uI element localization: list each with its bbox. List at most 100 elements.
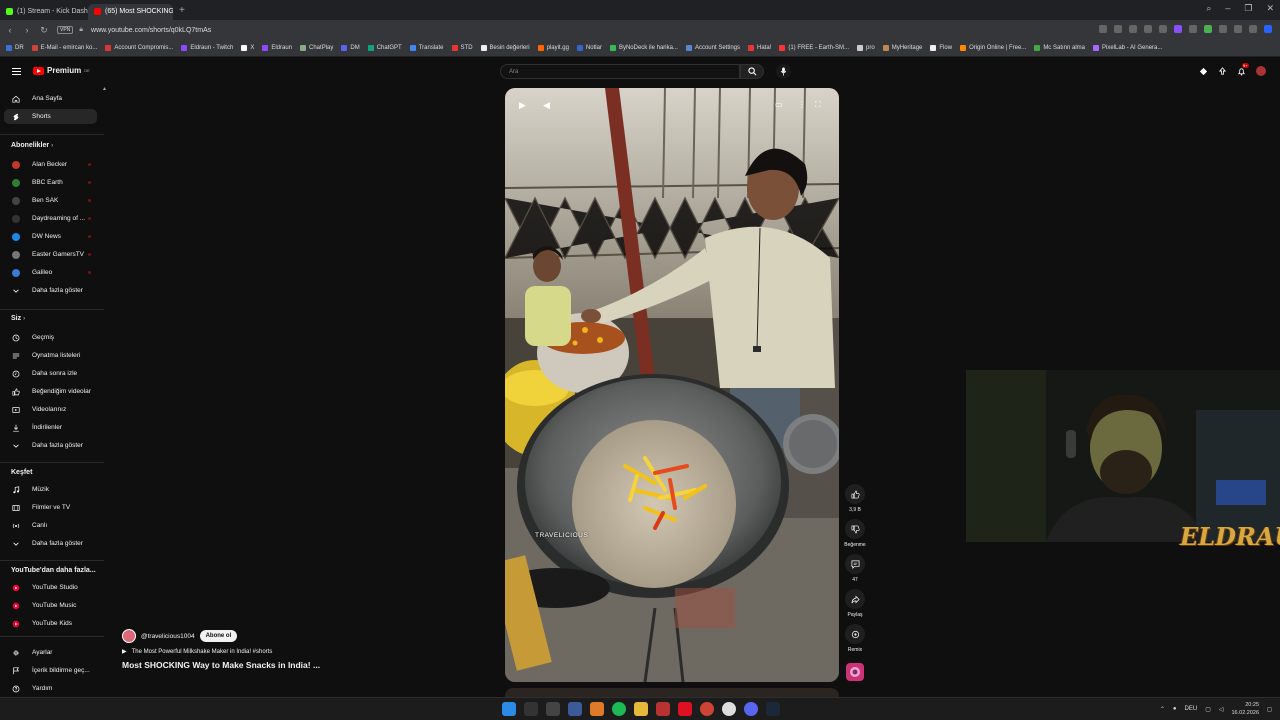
app-icon[interactable]: [568, 702, 582, 716]
channel-name[interactable]: @travelicious1004: [141, 633, 195, 640]
sidebar-item-flag[interactable]: İçerik bildirme geç...: [4, 663, 97, 678]
bookmark-item[interactable]: DM: [341, 45, 360, 51]
play-button[interactable]: ▶: [519, 100, 526, 111]
youtube-app-item[interactable]: YouTube Kids: [4, 616, 97, 631]
bookmark-item[interactable]: ChatPlay: [300, 45, 333, 51]
bookmark-item[interactable]: Mc Satınn alma: [1034, 45, 1085, 51]
bookmark-item[interactable]: Eldraun: [262, 45, 292, 51]
notifications-icon[interactable]: ◻: [1267, 706, 1272, 713]
profile-icon[interactable]: [1264, 25, 1272, 33]
extension-icon[interactable]: [1234, 25, 1242, 33]
sidebar-item-history[interactable]: Geçmiş: [4, 330, 97, 345]
bookmark-item[interactable]: Hata!: [748, 45, 771, 51]
extension-icon[interactable]: [1219, 25, 1227, 33]
sidebar-item-clock[interactable]: Daha sonra izle: [4, 366, 97, 381]
volume-tray-icon[interactable]: ◁: [1219, 706, 1224, 713]
bookmark-item[interactable]: Notlar: [576, 45, 602, 51]
show-more-explore[interactable]: Daha fazla göster: [4, 536, 97, 551]
subscription-item[interactable]: DW News: [4, 229, 97, 244]
sidebar-item-like[interactable]: Beğendiğim videolar: [4, 384, 97, 399]
account-avatar[interactable]: [1256, 66, 1266, 76]
you-header[interactable]: Siz ›: [11, 315, 25, 322]
captions-icon[interactable]: ▭: [775, 100, 783, 109]
bookmark-item[interactable]: Eldraun - Twitch: [181, 45, 233, 51]
scroll-up-icon[interactable]: ▲: [102, 86, 107, 92]
subscription-item[interactable]: BBC Earth: [4, 175, 97, 190]
subscription-item[interactable]: Easter GamersTV: [4, 247, 97, 262]
bookmark-item[interactable]: Account Compromis...: [105, 45, 173, 51]
url-input[interactable]: www.youtube.com/shorts/q0kLQ7tmAs: [91, 27, 211, 34]
extension-icon[interactable]: [1189, 25, 1197, 33]
subscription-item[interactable]: Daydreaming of ...: [4, 211, 97, 226]
extension-icon[interactable]: [1174, 25, 1182, 33]
voice-search-button[interactable]: [776, 64, 791, 79]
vpn-badge[interactable]: VPN: [57, 26, 74, 34]
sidebar-item-shorts[interactable]: Shorts: [4, 109, 97, 124]
bookmark-item[interactable]: E-Mail - emircan ko...: [31, 45, 97, 51]
app-icon[interactable]: [524, 702, 538, 716]
bookmark-item[interactable]: MyHeritage: [882, 45, 922, 51]
clock[interactable]: 20:25 16.02.2026: [1231, 701, 1259, 717]
sidebar-item-help[interactable]: Yardım: [4, 681, 97, 696]
share-button[interactable]: [845, 589, 865, 609]
fullscreen-icon[interactable]: ⛶: [815, 100, 821, 110]
bookmark-item[interactable]: playit.gg: [537, 45, 569, 51]
sound-avatar[interactable]: [846, 663, 864, 681]
browser-tab[interactable]: (1) Stream - Kick Dashbo...✕: [0, 4, 88, 20]
subscription-item[interactable]: Ben SAK: [4, 193, 97, 208]
bookmark-item[interactable]: ChatGPT: [367, 45, 402, 51]
bookmark-item[interactable]: Origin Online | Free...: [960, 45, 1026, 51]
shorts-player[interactable]: ▶ ◀︎ ▭ ⋮ ⛶ TRAVELICIOUS: [505, 88, 839, 682]
browser-tab[interactable]: (65) Most SHOCKING W...✕: [88, 3, 173, 20]
short-title[interactable]: Most SHOCKING Way to Make Snacks in Indi…: [122, 660, 442, 670]
bookmark-item[interactable]: STD: [451, 45, 473, 51]
youtube-logo[interactable]: Premium DE: [33, 66, 90, 75]
bookmark-item[interactable]: Flow: [930, 45, 952, 51]
remix-button[interactable]: [845, 624, 865, 644]
extension-icon[interactable]: [1114, 25, 1122, 33]
reload-button[interactable]: ↻: [37, 25, 51, 36]
bookmark-item[interactable]: PixelLab - AI Genera...: [1093, 45, 1162, 51]
subscription-item[interactable]: Alan Becker: [4, 157, 97, 172]
comments-button[interactable]: [845, 554, 865, 574]
minimize-button[interactable]: –: [1225, 3, 1230, 14]
app-icon[interactable]: [590, 702, 604, 716]
bookmark-item[interactable]: X: [241, 45, 254, 51]
youtube-app-item[interactable]: YouTube Music: [4, 598, 97, 613]
spotify-icon[interactable]: [612, 702, 626, 716]
cast-icon[interactable]: [1199, 67, 1208, 76]
explore-header[interactable]: Keşfet: [11, 469, 32, 476]
extension-icon[interactable]: [1099, 25, 1107, 33]
start-icon[interactable]: [502, 702, 516, 716]
sidebar-item-playlist[interactable]: Oynatma listeleri: [4, 348, 97, 363]
sidebar-item-download[interactable]: İndirilenler: [4, 420, 97, 435]
more-options-icon[interactable]: ⋮: [798, 100, 806, 109]
extension-icon[interactable]: [1249, 25, 1257, 33]
subscription-item[interactable]: Galileo: [4, 265, 97, 280]
show-more-you[interactable]: Daha fazla göster: [4, 438, 97, 453]
search-button[interactable]: [740, 64, 764, 79]
subscribe-button[interactable]: Abone ol: [199, 630, 238, 642]
extension-icon[interactable]: [1129, 25, 1137, 33]
language-indicator[interactable]: DEU: [1185, 706, 1198, 712]
maximize-button[interactable]: ❐: [1244, 3, 1252, 14]
browser-icon[interactable]: [700, 702, 714, 716]
forward-button[interactable]: ›: [20, 25, 34, 35]
extension-icon[interactable]: [1144, 25, 1152, 33]
sidebar-item-music[interactable]: Müzik: [4, 482, 97, 497]
steam-icon[interactable]: [766, 702, 780, 716]
sidebar-item-video[interactable]: Videolarınız: [4, 402, 97, 417]
related-video-row[interactable]: ▶ The Most Powerful Milkshake Maker in I…: [122, 648, 442, 656]
app-icon[interactable]: [722, 702, 736, 716]
show-more-subscriptions[interactable]: Daha fazla göster: [4, 283, 97, 298]
youtube-app-item[interactable]: YouTube Studio: [4, 580, 97, 595]
search-tabs-icon[interactable]: ⌕: [1206, 3, 1211, 14]
tray-app-icon[interactable]: ●: [1173, 706, 1177, 712]
bookmark-item[interactable]: ByNoDeck ile harika...: [609, 45, 678, 51]
network-icon[interactable]: ▢: [1205, 706, 1211, 713]
close-window-button[interactable]: ✕: [1266, 3, 1274, 14]
app-icon[interactable]: [546, 702, 560, 716]
new-tab-button[interactable]: +: [179, 5, 185, 16]
subscriptions-header[interactable]: Abonelikler ›: [11, 142, 53, 149]
dislike-button[interactable]: [845, 519, 865, 539]
